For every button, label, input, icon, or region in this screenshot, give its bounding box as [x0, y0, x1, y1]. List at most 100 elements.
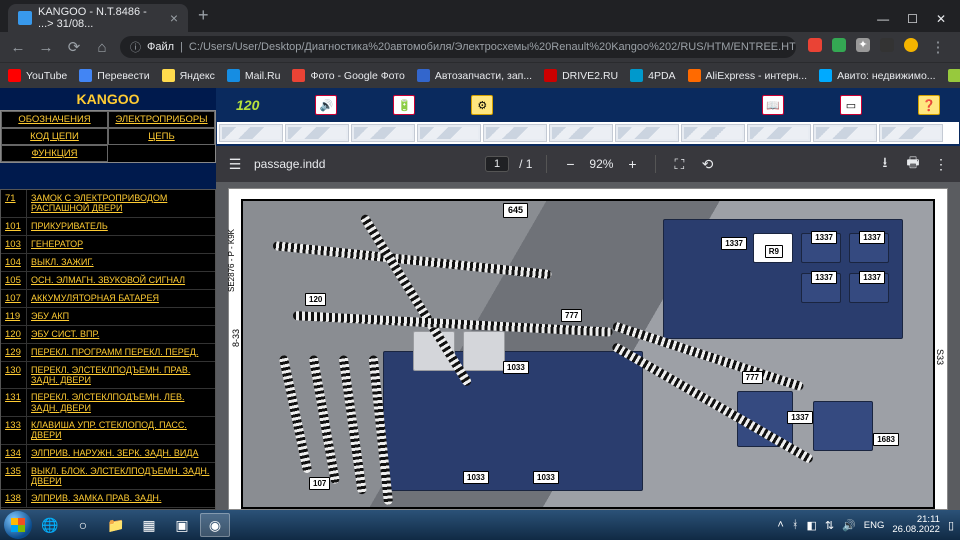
topnav-circuit-code[interactable]: КОД ЦЕПИ [1, 128, 108, 145]
thumbnail[interactable] [549, 124, 613, 142]
bookmark-item[interactable]: Автозапчасти, зап... [417, 69, 532, 82]
thumbnail[interactable] [813, 124, 877, 142]
list-item[interactable]: 107АККУМУЛЯТОРНАЯ БАТАРЕЯ [1, 290, 215, 308]
system-tray[interactable]: ˄ ᚼ ◧ ⇅ 🔊 ENG 21:11 26.08.2022 ▯ [777, 515, 956, 536]
thumbnail-strip[interactable] [217, 122, 959, 144]
list-item[interactable]: 101ПРИКУРИВАТЕЛЬ [1, 218, 215, 236]
callout: 777 [561, 309, 582, 322]
topnav-designations[interactable]: ОБОЗНАЧЕНИЯ [1, 111, 108, 128]
tray-language[interactable]: ENG [864, 520, 885, 531]
nav-back-icon[interactable]: ← [8, 39, 28, 56]
thumbnail[interactable] [351, 124, 415, 142]
pdf-zoom-in-icon[interactable]: + [623, 156, 641, 172]
thumbnail[interactable] [483, 124, 547, 142]
taskbar-app-icon[interactable]: ▣ [167, 513, 197, 537]
doc-tool-icon[interactable]: 🔊 [315, 95, 337, 115]
topnav-circuit[interactable]: ЦЕПЬ [108, 128, 215, 145]
profile-avatar-icon[interactable] [904, 38, 918, 52]
nav-home-icon[interactable]: ⌂ [92, 39, 112, 56]
list-item[interactable]: 130ПЕРЕКЛ. ЭЛСТЕКЛПОДЪЕМН. ПРАВ. ЗАДН. Д… [1, 362, 215, 390]
list-item[interactable]: 71ЗАМОК С ЭЛЕКТРОПРИВОДОМ РАСПАШНОЙ ДВЕР… [1, 190, 215, 218]
window-minimize-icon[interactable]: — [877, 12, 889, 26]
bookmark-item[interactable]: Фото - Google Фото [292, 69, 404, 82]
pdf-more-icon[interactable]: ⋮ [932, 156, 950, 173]
tray-show-desktop[interactable]: ▯ [948, 519, 954, 532]
thumbnail[interactable] [681, 124, 745, 142]
tray-network-icon[interactable]: ⇅ [825, 519, 834, 532]
ext-icon[interactable] [880, 38, 894, 52]
window-close-icon[interactable]: ✕ [936, 12, 946, 26]
extensions-menu-icon[interactable]: ✦ [856, 38, 870, 52]
pdf-print-icon[interactable]: 🖶 [904, 152, 922, 176]
list-item[interactable]: 138ЭЛПРИВ. ЗАМКА ПРАВ. ЗАДН. [1, 490, 215, 508]
taskbar-search-icon[interactable]: ○ [68, 513, 98, 537]
tray-up-icon[interactable]: ˄ [777, 519, 783, 531]
list-item[interactable]: 131ПЕРЕКЛ. ЭЛСТЕКЛПОДЪЕМН. ЛЕВ. ЗАДН. ДВ… [1, 389, 215, 417]
tray-bluetooth-icon[interactable]: ᚼ [792, 519, 799, 531]
window-maximize-icon[interactable]: ☐ [907, 12, 918, 26]
sidebar-component-list[interactable]: 71ЗАМОК С ЭЛЕКТРОПРИВОДОМ РАСПАШНОЙ ДВЕР… [0, 189, 216, 510]
bookmark-item[interactable]: Режим прозвона -... [948, 69, 960, 82]
doc-tool-icon[interactable]: 🔋 [393, 95, 415, 115]
doc-tool-icon[interactable]: 📖 [762, 95, 784, 115]
topnav-function[interactable]: ФУНКЦИЯ [1, 145, 108, 162]
bookmark-item[interactable]: 4PDA [630, 69, 675, 82]
new-tab-button[interactable]: + [188, 5, 219, 26]
ext-icon[interactable] [832, 38, 846, 52]
tray-app-icon[interactable]: ◧ [806, 519, 816, 532]
thumbnail[interactable] [747, 124, 811, 142]
taskbar-explorer-icon[interactable]: 🌐 [35, 513, 65, 537]
browser-tab[interactable]: KANGOO - N.T.8486 - ...> 31/08... × [8, 4, 188, 32]
list-item[interactable]: 105ОСН. ЭЛМАГН. ЗВУКОВОЙ СИГНАЛ [1, 272, 215, 290]
list-item[interactable]: 133КЛАВИША УПР. СТЕКЛОПОД. ПАСС. ДВЕРИ [1, 417, 215, 445]
bookmark-item[interactable]: Mail.Ru [227, 69, 281, 82]
callout: 1033 [463, 471, 489, 484]
pdf-filename: passage.indd [254, 157, 325, 171]
tray-clock[interactable]: 21:11 26.08.2022 [892, 515, 940, 536]
list-item[interactable]: 135ВЫКЛ. БЛОК. ЭЛСТЕКЛПОДЪЕМН. ЗАДН. ДВЕ… [1, 463, 215, 491]
taskbar-app-icon[interactable]: ▦ [134, 513, 164, 537]
list-item[interactable]: 103ГЕНЕРАТОР [1, 236, 215, 254]
pdf-rotate-icon[interactable]: ⟲ [698, 156, 716, 173]
thumbnail[interactable] [285, 124, 349, 142]
nav-forward-icon[interactable]: → [36, 39, 56, 56]
address-bar[interactable]: ⓘ Файл | C:/Users/User/Desktop/Диагности… [120, 36, 796, 58]
list-item[interactable]: 134ЭЛПРИВ. НАРУЖН. ЗЕРК. ЗАДН. ВИДА [1, 445, 215, 463]
pdf-sidebar-toggle-icon[interactable]: ☰ [226, 156, 244, 173]
tab-title: KANGOO - N.T.8486 - ...> 31/08... [38, 6, 164, 30]
list-item[interactable]: 120ЭБУ СИСТ. ВПР. [1, 326, 215, 344]
browser-menu-icon[interactable]: ⋮ [928, 38, 948, 56]
tray-volume-icon[interactable]: 🔊 [842, 519, 856, 532]
start-button[interactable] [4, 511, 32, 539]
bookmark-item[interactable]: Перевести [79, 69, 149, 82]
tab-close-icon[interactable]: × [170, 10, 178, 26]
axis-right-label: S33 [935, 349, 945, 365]
pdf-page-input[interactable]: 1 [485, 156, 509, 172]
nav-reload-icon[interactable]: ⟳ [64, 38, 84, 56]
topnav-electrics[interactable]: ЭЛЕКТРОПРИБОРЫ [108, 111, 215, 128]
doc-tool-icon[interactable]: ▭ [840, 95, 862, 115]
pdf-download-icon[interactable]: ⭳ [876, 152, 894, 176]
ext-icon[interactable] [808, 38, 822, 52]
doc-help-icon[interactable]: ❓ [918, 95, 940, 115]
doc-tool-icon[interactable]: ⚙ [471, 95, 493, 115]
bookmark-item[interactable]: AliExpress - интерн... [688, 69, 808, 82]
pdf-zoom-value[interactable]: 92% [589, 157, 613, 171]
taskbar-chrome-icon[interactable]: ◉ [200, 513, 230, 537]
thumbnail[interactable] [219, 124, 283, 142]
bookmark-item[interactable]: YouTube [8, 69, 67, 82]
bookmark-item[interactable]: Яндекс [162, 69, 215, 82]
list-item[interactable]: 119ЭБУ АКП [1, 308, 215, 326]
list-item[interactable]: 104ВЫКЛ. ЗАЖИГ. [1, 254, 215, 272]
taskbar-folder-icon[interactable]: 📁 [101, 513, 131, 537]
pdf-zoom-out-icon[interactable]: − [561, 156, 579, 172]
pdf-viewport[interactable]: SE2876 - P - K9K 8-33 S33 N° [216, 182, 960, 510]
thumbnail[interactable] [879, 124, 943, 142]
bookmark-item[interactable]: Авито: недвижимо... [819, 69, 936, 82]
bookmark-item[interactable]: DRIVE2.RU [544, 69, 618, 82]
pdf-fit-page-icon[interactable]: ⛶ [670, 156, 688, 173]
thumbnail[interactable] [615, 124, 679, 142]
bookmark-icon [417, 69, 430, 82]
list-item[interactable]: 129ПЕРЕКЛ. ПРОГРАММ ПЕРЕКЛ. ПЕРЕД. [1, 344, 215, 362]
thumbnail[interactable] [417, 124, 481, 142]
